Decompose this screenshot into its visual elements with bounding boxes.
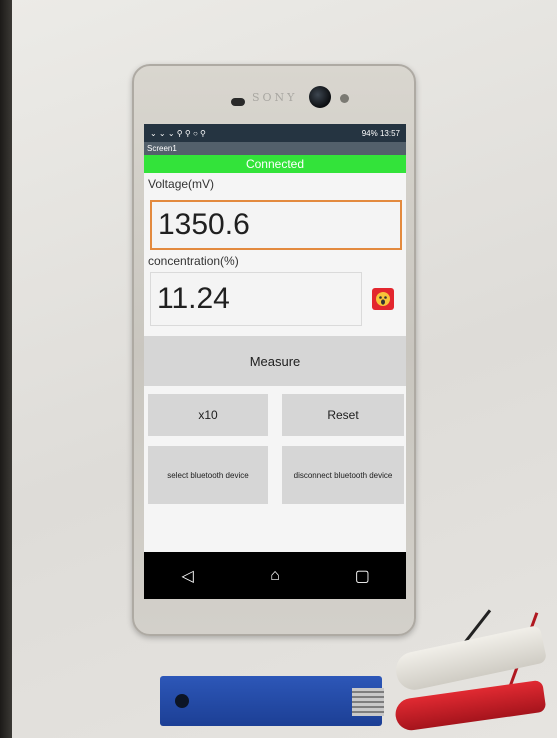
connection-status-bar: Connected [144, 155, 406, 173]
phone-brand: SONY [252, 91, 298, 104]
select-bluetooth-button[interactable]: select bluetooth device [148, 446, 268, 504]
proximity-sensor [340, 94, 349, 103]
face-screaming-icon [372, 288, 394, 310]
android-navbar: ◁ ⌂ ▢ [144, 552, 406, 599]
sensor-board [160, 676, 384, 726]
earpiece [231, 98, 245, 106]
status-bar: ⌄ ⌄ ⌄ ⚲ ⚲ ○ ⚲ 94% 13:57 [144, 124, 406, 142]
sensor-contacts [352, 688, 384, 716]
x10-button[interactable]: x10 [148, 394, 268, 436]
phone-screen: ⌄ ⌄ ⌄ ⚲ ⚲ ○ ⚲ 94% 13:57 Screen1 Connecte… [144, 124, 406, 599]
measure-button[interactable]: Measure [144, 336, 406, 386]
home-icon[interactable]: ⌂ [265, 567, 285, 585]
status-battery-time: 94% 13:57 [361, 128, 400, 138]
disconnect-bluetooth-button[interactable]: disconnect bluetooth device [282, 446, 404, 504]
reset-button[interactable]: Reset [282, 394, 404, 436]
notification-icons: ⌄ ⌄ ⌄ ⚲ ⚲ ○ ⚲ [150, 128, 206, 138]
concentration-value-field[interactable]: 11.24 [150, 272, 362, 326]
mounting-hole [175, 694, 189, 708]
voltage-label: Voltage(mV) [148, 177, 215, 191]
smartphone: SONY ⌄ ⌄ ⌄ ⚲ ⚲ ○ ⚲ 94% 13:57 Screen1 Con… [132, 64, 416, 636]
recents-icon[interactable]: ▢ [352, 566, 372, 586]
photo-edge [0, 0, 12, 738]
front-camera [309, 86, 331, 108]
app-title: Screen1 [144, 142, 406, 155]
concentration-label: concentration(%) [148, 254, 239, 268]
voltage-value-field[interactable]: 1350.6 [150, 200, 402, 250]
back-icon[interactable]: ◁ [178, 566, 198, 586]
